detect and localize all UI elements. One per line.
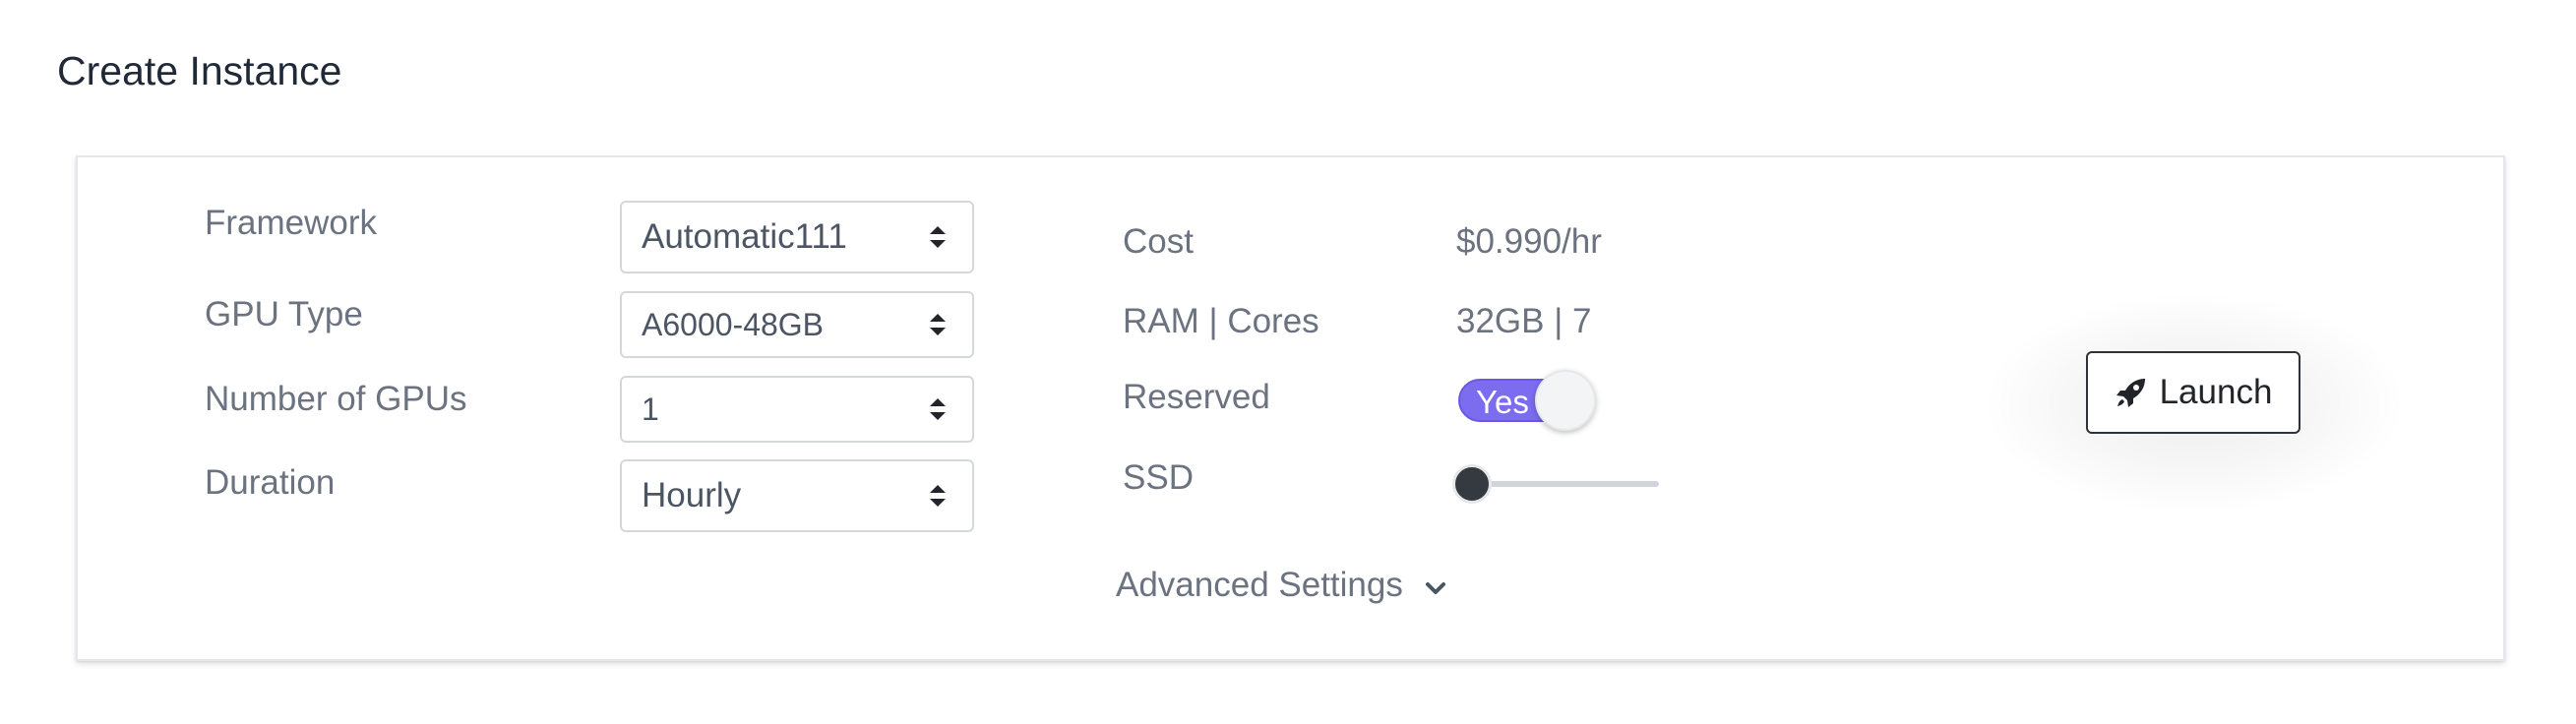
ssd-slider[interactable] [1452, 462, 1665, 506]
framework-select-value: Automatic111 [642, 217, 847, 256]
gpu-type-select[interactable]: A6000-48GB [620, 291, 974, 358]
ram-cores-value: 32GB | 7 [1456, 302, 1592, 340]
reserved-label: Reserved [1123, 378, 1270, 416]
page-title: Create Instance [57, 48, 342, 93]
framework-select[interactable]: Automatic111 [620, 201, 974, 273]
advanced-settings-label: Advanced Settings [1116, 566, 1403, 604]
number-of-gpus-label: Number of GPUs [205, 380, 467, 418]
reserved-toggle-knob[interactable] [1535, 370, 1596, 431]
select-caret-icon [930, 485, 946, 507]
chevron-down-icon [1425, 581, 1445, 594]
gpu-type-select-value: A6000-48GB [642, 306, 825, 342]
number-of-gpus-select-value: 1 [642, 391, 659, 427]
launch-button[interactable]: Launch [2086, 351, 2300, 434]
launch-label: Launch [2159, 373, 2273, 411]
duration-label: Duration [205, 463, 336, 502]
select-caret-icon [930, 314, 946, 335]
framework-label: Framework [205, 204, 378, 242]
ssd-slider-thumb[interactable] [1452, 464, 1492, 504]
ssd-label: SSD [1123, 458, 1194, 497]
duration-select-value: Hourly [642, 476, 742, 514]
duration-select[interactable]: Hourly [620, 459, 974, 532]
ssd-slider-rail [1474, 481, 1659, 487]
cost-value: $0.990/hr [1456, 222, 1602, 261]
rocket-icon [2116, 379, 2145, 407]
ram-cores-label: RAM | Cores [1123, 302, 1319, 340]
number-of-gpus-select[interactable]: 1 [620, 376, 974, 443]
advanced-settings-toggle[interactable]: Advanced Settings [1116, 568, 1446, 602]
select-caret-icon [930, 226, 946, 248]
select-caret-icon [930, 398, 946, 420]
cost-label: Cost [1123, 222, 1194, 261]
reserved-toggle[interactable]: Yes [1456, 370, 1600, 431]
gpu-type-label: GPU Type [205, 295, 363, 333]
reserved-toggle-text: Yes [1476, 384, 1529, 420]
